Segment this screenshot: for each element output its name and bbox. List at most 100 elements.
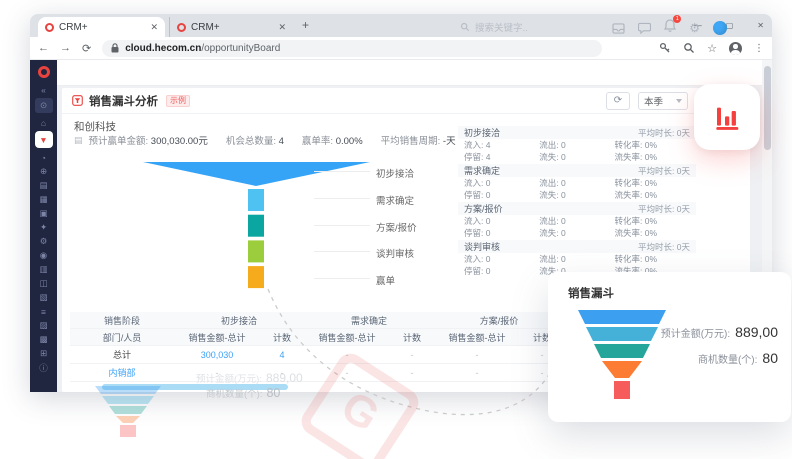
card-icon[interactable]: ◫ — [35, 277, 53, 290]
tab-title: CRM+ — [59, 22, 146, 33]
bookmark-star-icon[interactable]: ☆ — [707, 42, 717, 55]
stat-stay: 停留: 0 — [464, 227, 539, 239]
summary-metrics: ▤ 预计赢单金额: 300,030.00元机会总数量: 4赢单率: 0.00%平… — [74, 133, 456, 147]
main-funnel-chart[interactable] — [80, 156, 410, 296]
chevron-down-icon — [676, 99, 682, 103]
user-avatar[interactable] — [713, 21, 727, 35]
settings-gear-icon[interactable]: ⚙ — [689, 22, 700, 34]
app-topbar — [57, 60, 762, 86]
menu-icon[interactable]: ≡ — [35, 305, 53, 318]
stats-stage-name: 初步接洽 — [464, 126, 500, 139]
table-cell[interactable]: 300,030 — [174, 346, 260, 364]
scrollbar-thumb[interactable] — [764, 66, 771, 150]
chart-icon[interactable]: ▧ — [35, 291, 53, 304]
period-value: 本季 — [644, 94, 663, 108]
apps-icon[interactable]: ⊞ — [35, 347, 53, 360]
document-icon[interactable]: ▣ — [35, 207, 53, 220]
stat-flow-in: 流入: 0 — [464, 253, 539, 265]
tab-crm-active[interactable]: CRM+ ✕ — [38, 17, 165, 37]
stat-flow-in: 流入: 4 — [464, 139, 539, 151]
table-header-dept: 部门/人员 — [70, 329, 174, 346]
tab-close-icon[interactable]: ✕ — [278, 22, 286, 33]
stat-conversion: 转化率: 0% — [615, 177, 690, 189]
funnel-analysis-icon[interactable]: ▼ — [35, 131, 53, 148]
tab-close-icon[interactable]: ✕ — [150, 22, 158, 33]
zoom-icon[interactable] — [683, 42, 695, 54]
stats-avg-duration: 平均时长: 0天 — [638, 127, 690, 139]
stat-lost: 流失: 0 — [539, 189, 614, 201]
refresh-button[interactable]: ⟳ — [606, 92, 630, 110]
forward-icon[interactable]: → — [60, 42, 71, 54]
stats-section: 需求确定 平均时长: 0天 流入: 0流出: 0转化率: 0% 停留: 0流失:… — [458, 164, 696, 201]
table-row-name[interactable]: 内销部 — [70, 364, 174, 382]
table-sub-header: 销售金额-总计 — [174, 329, 260, 346]
key-icon[interactable] — [659, 42, 671, 54]
grid-icon[interactable]: ▦ — [35, 193, 53, 206]
star-icon[interactable]: ✦ — [35, 221, 53, 234]
card-funnel-segment — [594, 344, 650, 358]
url-domain: cloud.hecom.cn — [125, 43, 201, 54]
chat-icon[interactable] — [638, 22, 651, 34]
tab-crm-background[interactable]: CRM+ ✕ — [169, 17, 293, 37]
table-cell[interactable]: 4 — [260, 346, 304, 364]
crm-favicon-icon — [177, 23, 186, 32]
stat-flow-out: 流出: 0 — [539, 139, 614, 151]
stat-conversion: 转化率: 0% — [615, 139, 690, 151]
target-icon[interactable]: ◉ — [35, 249, 53, 262]
ghost-funnel-chart — [93, 386, 163, 438]
add-icon[interactable]: ⊕ — [35, 165, 53, 178]
table-sub-header: 计数 — [390, 329, 434, 346]
funnel-stage-shape[interactable] — [248, 240, 264, 262]
period-select[interactable]: 本季 — [638, 92, 688, 110]
report-icon[interactable]: ▥ — [35, 263, 53, 276]
list-icon[interactable]: ▤ — [35, 179, 53, 192]
close-icon[interactable]: ✕ — [757, 21, 764, 30]
card-funnel-segment — [578, 310, 666, 324]
browser-profile-avatar[interactable] — [729, 42, 742, 55]
card-metric: 预计金额(万元):889,00 — [660, 324, 778, 340]
stat-flow-in: 流入: 0 — [464, 215, 539, 227]
metric: 预计赢单金额: 300,030.00元 — [89, 133, 208, 147]
funnel-stage-shape[interactable] — [248, 189, 264, 211]
dashboard-icon[interactable]: ▩ — [35, 333, 53, 346]
funnel-stage-shape[interactable] — [248, 266, 264, 288]
stat-lost-rate: 流失率: 0% — [615, 227, 690, 239]
stat-stay: 停留: 4 — [464, 151, 539, 163]
stats-section: 初步接洽 平均时长: 0天 流入: 4流出: 0转化率: 0% 停留: 4流失:… — [458, 126, 696, 163]
home-icon[interactable]: ⌂ — [35, 116, 53, 129]
address-bar: ← → ⟳ cloud.hecom.cn/opportunityBoard — [30, 37, 772, 60]
table-group-header: 方案/报价 — [434, 312, 564, 329]
layers-icon[interactable]: ▨ — [35, 319, 53, 332]
card-funnel-segment — [586, 327, 658, 341]
reload-icon[interactable]: ⟳ — [82, 42, 91, 55]
info-icon[interactable]: ⓘ — [35, 361, 53, 374]
lock-icon — [111, 43, 119, 53]
funnel-report-icon — [72, 95, 83, 106]
browser-menu-icon[interactable]: ⋮ — [754, 43, 764, 54]
stats-stage-name: 需求确定 — [464, 164, 500, 177]
crm-favicon-icon — [45, 23, 54, 32]
table-cell: - — [390, 364, 434, 382]
url-field[interactable]: cloud.hecom.cn/opportunityBoard — [102, 40, 602, 57]
back-icon[interactable]: ← — [38, 42, 49, 54]
metric: 平均销售周期: -天 — [381, 133, 456, 147]
inbox-icon[interactable] — [612, 23, 625, 34]
funnel-stage-shape[interactable] — [143, 162, 370, 186]
stat-flow-out: 流出: 0 — [539, 177, 614, 189]
table-sub-header: 销售金额-总计 — [434, 329, 520, 346]
chart-icon-card — [694, 84, 760, 150]
settings-icon[interactable]: ⚙ — [35, 235, 53, 248]
ghost-metric-count: 商机数量(个):80 — [206, 386, 280, 400]
notification-badge: 1 — [673, 15, 681, 23]
sales-funnel-card: 销售漏斗 预计金额(万元):889,00商机数量(个):80 — [548, 272, 791, 422]
funnel-stage-shape[interactable] — [248, 215, 264, 237]
search-icon[interactable]: ⊙ — [35, 98, 53, 113]
table-sub-header: 计数 — [260, 329, 304, 346]
stat-lost-rate: 流失率: 0% — [615, 189, 690, 201]
new-tab-button[interactable]: + — [302, 18, 309, 32]
history-icon[interactable]: ◔ — [35, 151, 53, 164]
collapse-icon[interactable]: « — [35, 83, 53, 96]
metric: 机会总数量: 4 — [226, 133, 284, 147]
hecom-logo-icon — [38, 66, 50, 78]
global-search[interactable]: 搜索关键字.. — [460, 20, 528, 34]
